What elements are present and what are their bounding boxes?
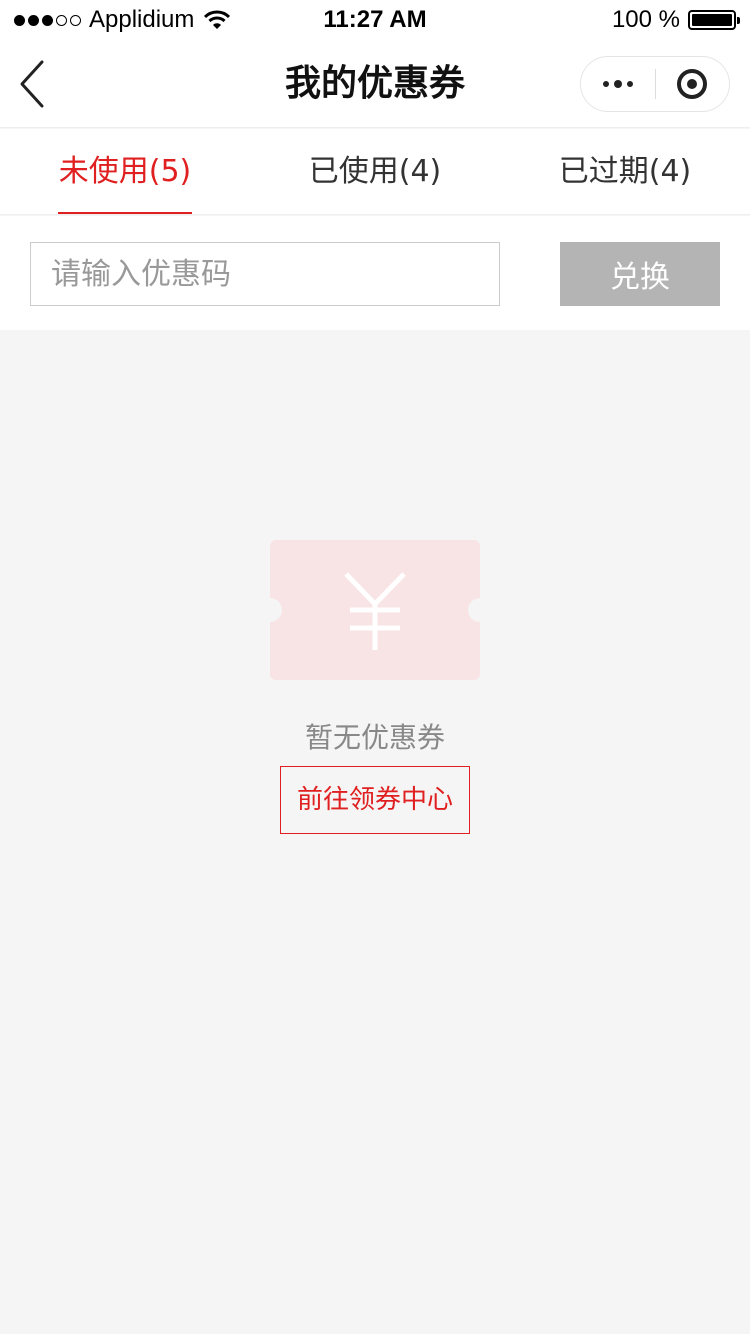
empty-message: 暂无优惠券 <box>304 721 445 754</box>
battery-icon <box>688 10 740 30</box>
coupon-yen-icon <box>270 540 480 680</box>
signal-dot <box>56 14 67 26</box>
more-options-button[interactable] <box>581 56 655 112</box>
coupon-page: Applidium 11:27 AM 100 % 我的优惠券 未使用(5) 已使… <box>0 0 750 1334</box>
signal-dot <box>14 14 25 26</box>
battery-percent: 100 % <box>611 6 680 33</box>
wifi-icon <box>204 10 231 29</box>
signal-dot <box>28 14 39 26</box>
signal-dot <box>42 14 53 26</box>
navigation-bar: 我的优惠券 <box>0 40 750 128</box>
mini-program-capsule <box>580 56 730 112</box>
tab-unused[interactable]: 未使用(5) <box>0 129 250 214</box>
signal-strength-icon <box>14 14 81 26</box>
tab-used[interactable]: 已使用(4) <box>250 129 500 214</box>
redeem-button[interactable]: 兑换 <box>560 242 720 306</box>
more-dot-icon <box>626 81 633 87</box>
target-icon <box>677 69 708 99</box>
tab-expired[interactable]: 已过期(4) <box>500 129 750 214</box>
signal-dot <box>70 14 81 26</box>
coupon-status-tabs: 未使用(5) 已使用(4) 已过期(4) <box>0 129 750 215</box>
more-dot-icon <box>602 81 609 87</box>
status-left: Applidium <box>14 0 231 40</box>
empty-state: 暂无优惠券 前往领券中心 <box>0 330 750 1334</box>
close-mini-program-button[interactable] <box>656 56 730 112</box>
more-dot-icon <box>613 80 622 88</box>
coupon-code-input[interactable] <box>30 242 500 306</box>
status-right: 100 % <box>611 0 740 40</box>
status-bar: Applidium 11:27 AM 100 % <box>0 0 750 40</box>
go-to-coupon-center-button[interactable]: 前往领券中心 <box>280 766 470 834</box>
carrier-name: Applidium <box>89 6 195 33</box>
redeem-code-section: 兑换 <box>0 216 750 330</box>
